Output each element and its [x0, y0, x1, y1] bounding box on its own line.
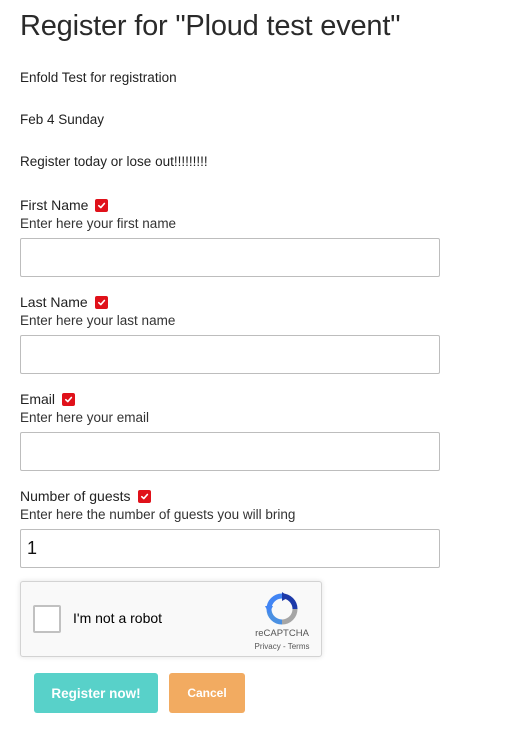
required-checkbox-icon: [62, 392, 76, 406]
event-date: Feb 4 Sunday: [20, 112, 105, 127]
page-title: Register for "Ploud test event": [20, 10, 401, 42]
recaptcha-brand: reCAPTCHA: [255, 628, 309, 639]
first-name-label: First Name: [20, 197, 89, 213]
email-input[interactable]: [20, 432, 440, 471]
recaptcha-label: I'm not a robot: [73, 610, 163, 626]
recaptcha-logo-icon: [265, 592, 298, 625]
event-tagline: Register today or lose out!!!!!!!!!: [20, 154, 208, 169]
guests-label: Number of guests: [20, 488, 131, 504]
event-description: Enfold Test for registration: [20, 70, 177, 85]
cancel-button[interactable]: Cancel: [169, 673, 245, 713]
required-checkbox-icon: [94, 295, 108, 309]
required-checkbox-icon: [95, 198, 109, 212]
recaptcha-privacy-terms-link[interactable]: Privacy - Terms: [243, 642, 321, 651]
guests-help: Enter here the number of guests you will…: [20, 507, 296, 522]
email-label: Email: [20, 391, 56, 407]
guests-input[interactable]: [20, 529, 440, 568]
first-name-field: First Name Enter here your first name: [20, 196, 440, 277]
first-name-help: Enter here your first name: [20, 216, 177, 231]
guests-field: Number of guests Enter here the number o…: [20, 487, 440, 568]
recaptcha-widget: I'm not a robot reCAPTCHA Privacy - Term…: [20, 581, 322, 657]
last-name-input[interactable]: [20, 335, 440, 374]
last-name-help: Enter here your last name: [20, 313, 176, 328]
email-help: Enter here your email: [20, 410, 150, 425]
last-name-field: Last Name Enter here your last name: [20, 293, 440, 374]
last-name-label: Last Name: [20, 294, 88, 310]
email-field: Email Enter here your email: [20, 390, 440, 471]
required-checkbox-icon: [137, 489, 151, 503]
first-name-input[interactable]: [20, 238, 440, 277]
register-button[interactable]: Register now!: [34, 673, 158, 713]
recaptcha-checkbox[interactable]: [33, 605, 61, 633]
